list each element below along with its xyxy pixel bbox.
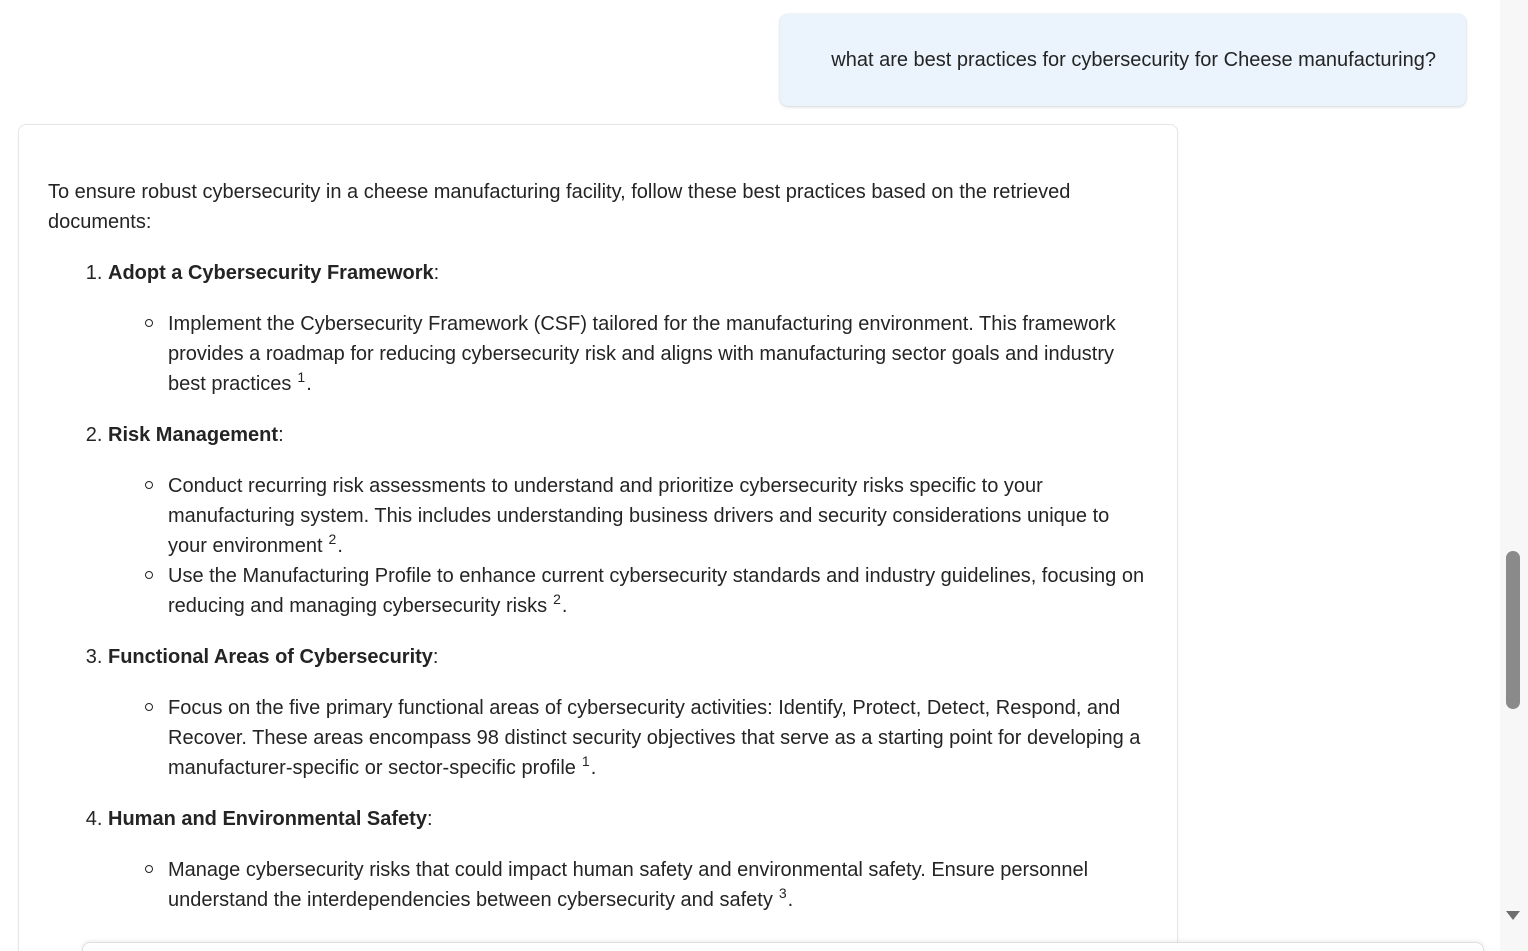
practice-title: Risk Management [108, 424, 279, 446]
bullet-text: Implement the Cybersecurity Framework (C… [168, 313, 1116, 395]
practice-bullet: Focus on the five primary functional are… [145, 693, 1149, 783]
practice-item: Risk Management: Conduct recurring risk … [108, 420, 1149, 621]
scrollbar-thumb[interactable] [1506, 551, 1520, 709]
citation-link[interactable]: 3 [779, 885, 787, 901]
user-message-text: what are best practices for cybersecurit… [831, 48, 1436, 71]
practice-bullet: Manage cybersecurity risks that could im… [145, 855, 1149, 915]
practice-title: Adopt a Cybersecurity Framework [108, 262, 434, 284]
triangle-down-icon[interactable] [1506, 911, 1520, 920]
bullet-text: Conduct recurring risk assessments to un… [168, 475, 1110, 557]
scrollbar[interactable] [1500, 0, 1528, 951]
practice-bullet: Conduct recurring risk assessments to un… [145, 471, 1149, 561]
bullet-text: Use the Manufacturing Profile to enhance… [168, 565, 1145, 617]
citation-link[interactable]: 1 [582, 753, 590, 769]
citation-link[interactable]: 1 [297, 369, 305, 385]
practice-bullets: Manage cybersecurity risks that could im… [108, 855, 1149, 915]
practice-title: Human and Environmental Safety [108, 808, 427, 830]
practice-bullets: Implement the Cybersecurity Framework (C… [108, 309, 1149, 399]
chat-input-bar[interactable] [82, 942, 1484, 951]
user-message-bubble: what are best practices for cybersecurit… [780, 14, 1466, 106]
practice-bullets: Conduct recurring risk assessments to un… [108, 471, 1149, 621]
practice-item: Human and Environmental Safety: Manage c… [108, 804, 1149, 915]
bullet-text: Focus on the five primary functional are… [168, 697, 1141, 779]
citation-link[interactable]: 2 [329, 531, 337, 547]
practice-item: Functional Areas of Cybersecurity: Focus… [108, 642, 1149, 783]
practice-title: Functional Areas of Cybersecurity [108, 646, 433, 668]
chat-viewport: what are best practices for cybersecurit… [0, 0, 1528, 951]
practice-bullet: Use the Manufacturing Profile to enhance… [145, 561, 1149, 621]
assistant-response-card: To ensure robust cybersecurity in a chee… [18, 124, 1178, 951]
bullet-text: Manage cybersecurity risks that could im… [168, 859, 1089, 911]
practice-item: Adopt a Cybersecurity Framework: Impleme… [108, 258, 1149, 399]
best-practices-list: Adopt a Cybersecurity Framework: Impleme… [48, 258, 1149, 915]
practice-bullet: Implement the Cybersecurity Framework (C… [145, 309, 1149, 399]
citation-link[interactable]: 2 [553, 591, 561, 607]
response-intro: To ensure robust cybersecurity in a chee… [48, 181, 1071, 233]
practice-bullets: Focus on the five primary functional are… [108, 693, 1149, 783]
